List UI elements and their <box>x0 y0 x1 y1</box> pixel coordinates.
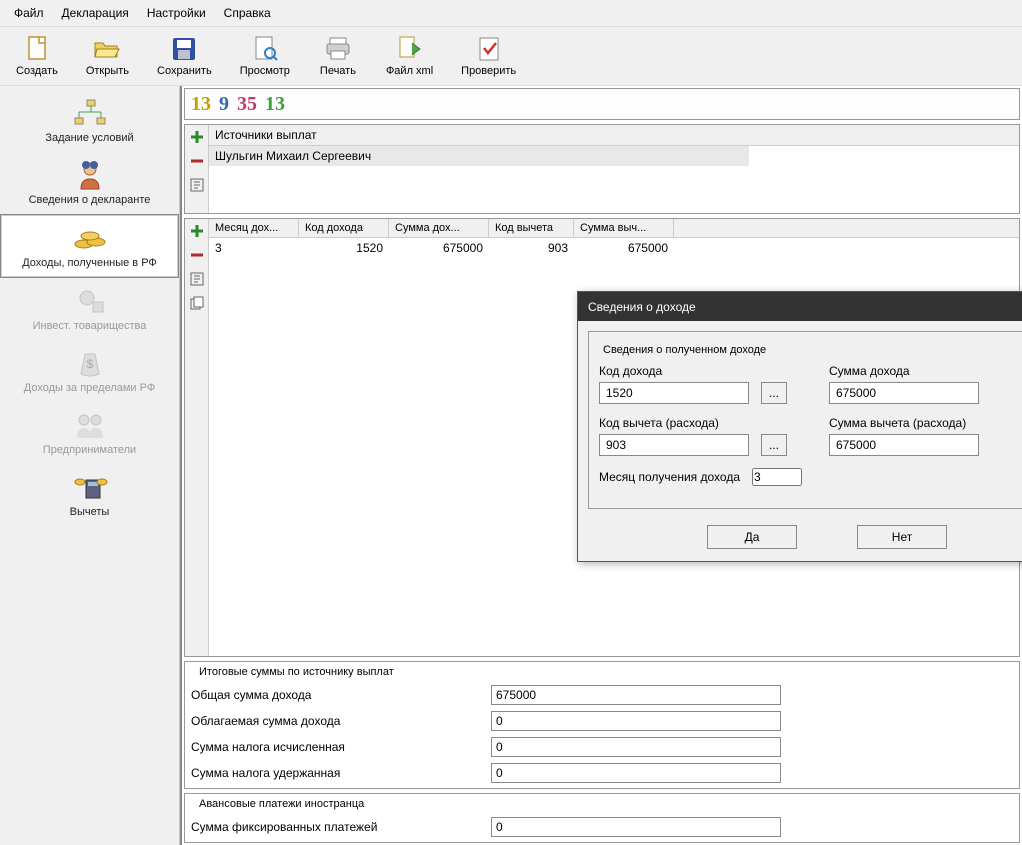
nav-deductions[interactable]: Вычеты <box>0 464 179 526</box>
add-income-icon[interactable] <box>189 223 205 239</box>
tool-preview[interactable]: Просмотр <box>230 31 300 81</box>
print-icon <box>324 35 352 63</box>
th-month[interactable]: Месяц дох... <box>209 219 299 237</box>
sum-label: Сумма дохода <box>829 364 979 378</box>
tool-open[interactable]: Открыть <box>76 31 139 81</box>
check-icon <box>475 35 503 63</box>
tool-create[interactable]: Создать <box>6 31 68 81</box>
remove-source-icon[interactable] <box>189 153 205 169</box>
nav-invest: Инвест. товарищества <box>0 278 179 340</box>
ded-code-input[interactable] <box>599 434 749 456</box>
edit-source-icon[interactable] <box>189 177 205 193</box>
tree-icon <box>70 96 110 130</box>
tax-withheld-input[interactable] <box>491 763 781 783</box>
tool-xml[interactable]: Файл xml <box>376 31 443 81</box>
totals-section: Итоговые суммы по источнику выплат Общая… <box>184 661 1020 789</box>
source-row[interactable]: Шульгин Михаил Сергеевич <box>209 146 749 166</box>
total-sum-input[interactable] <box>491 685 781 705</box>
invest-icon <box>70 284 110 318</box>
sidebar: Задание условий Сведения о декларанте До… <box>0 86 180 845</box>
coins-icon <box>70 221 110 255</box>
remove-income-icon[interactable] <box>189 247 205 263</box>
tax-calc-input[interactable] <box>491 737 781 757</box>
advances-section: Авансовые платежи иностранца Сумма фикси… <box>184 793 1020 843</box>
tax-withheld-label: Сумма налога удержанная <box>191 766 491 780</box>
menu-declaration[interactable]: Декларация <box>56 4 135 22</box>
add-source-icon[interactable] <box>189 129 205 145</box>
dialog-titlebar[interactable]: Сведения о доходе ✕ <box>578 292 1022 321</box>
ded-code-label: Код вычета (расхода) <box>599 416 749 430</box>
tool-print[interactable]: Печать <box>308 31 368 81</box>
taxable-sum-input[interactable] <box>491 711 781 731</box>
svg-text:$: $ <box>86 357 93 371</box>
toolbar: Создать Открыть Сохранить Просмотр Печат… <box>0 27 1022 86</box>
rate-bar: 13 9 35 13 <box>184 88 1020 120</box>
cancel-button[interactable]: Нет <box>857 525 947 549</box>
menu-file[interactable]: Файл <box>8 4 50 22</box>
advances-input[interactable] <box>491 817 781 837</box>
preview-icon <box>251 35 279 63</box>
people-icon <box>70 408 110 442</box>
nav-conditions[interactable]: Задание условий <box>0 90 179 152</box>
code-lookup-button[interactable]: ... <box>761 382 787 404</box>
code-label: Код дохода <box>599 364 749 378</box>
nav-declarant[interactable]: Сведения о декларанте <box>0 152 179 214</box>
nav-entrepreneurs: Предприниматели <box>0 402 179 464</box>
sources-header: Источники выплат <box>209 125 1019 146</box>
month-label: Месяц получения дохода <box>599 470 740 484</box>
month-input[interactable] <box>752 468 802 486</box>
new-file-icon <box>23 35 51 63</box>
menu-settings[interactable]: Настройки <box>141 4 212 22</box>
sum-input[interactable] <box>829 382 979 404</box>
menu-help[interactable]: Справка <box>218 4 277 22</box>
th-dedcode[interactable]: Код вычета <box>489 219 574 237</box>
xml-file-icon <box>396 35 424 63</box>
sources-section: Источники выплат Шульгин Михаил Сергееви… <box>184 124 1020 214</box>
ok-button[interactable]: Да <box>707 525 797 549</box>
moneybag-icon: $ <box>70 346 110 380</box>
total-sum-label: Общая сумма дохода <box>191 688 491 702</box>
rate-35[interactable]: 35 <box>237 93 257 116</box>
ded-sum-input[interactable] <box>829 434 979 456</box>
edit-income-icon[interactable] <box>189 271 205 287</box>
advances-label: Сумма фиксированных платежей <box>191 820 491 834</box>
rate-13-yellow[interactable]: 13 <box>191 93 211 116</box>
ded-code-lookup-button[interactable]: ... <box>761 434 787 456</box>
th-dedsum[interactable]: Сумма выч... <box>574 219 674 237</box>
dialog-fieldset-label: Сведения о полученном доходе <box>599 344 770 356</box>
rate-13-green[interactable]: 13 <box>265 93 285 116</box>
content: 13 9 35 13 Источники выплат Шульгин Миха… <box>180 86 1022 845</box>
income-table-header: Месяц дох... Код дохода Сумма дох... Код… <box>209 219 1019 238</box>
income-sidebuttons <box>185 219 209 656</box>
open-folder-icon <box>93 35 121 63</box>
tax-calc-label: Сумма налога исчисленная <box>191 740 491 754</box>
income-table-row[interactable]: 3 1520 675000 903 675000 <box>209 238 1019 258</box>
taxable-sum-label: Облагаемая сумма дохода <box>191 714 491 728</box>
tool-save[interactable]: Сохранить <box>147 31 222 81</box>
dialog-title: Сведения о доходе <box>588 300 696 314</box>
code-input[interactable] <box>599 382 749 404</box>
th-sum[interactable]: Сумма дох... <box>389 219 489 237</box>
nav-income-foreign: $ Доходы за пределами РФ <box>0 340 179 402</box>
rate-9[interactable]: 9 <box>219 93 229 116</box>
calc-icon <box>70 470 110 504</box>
income-dialog: Сведения о доходе ✕ Сведения о полученно… <box>577 291 1022 562</box>
person-icon <box>70 158 110 192</box>
nav-income-rf[interactable]: Доходы, полученные в РФ <box>0 214 179 278</box>
save-disk-icon <box>170 35 198 63</box>
th-code[interactable]: Код дохода <box>299 219 389 237</box>
tool-check[interactable]: Проверить <box>451 31 526 81</box>
menubar: Файл Декларация Настройки Справка <box>0 0 1022 27</box>
ded-sum-label: Сумма вычета (расхода) <box>829 416 979 430</box>
copy-income-icon[interactable] <box>189 295 205 311</box>
sources-sidebuttons <box>185 125 209 213</box>
